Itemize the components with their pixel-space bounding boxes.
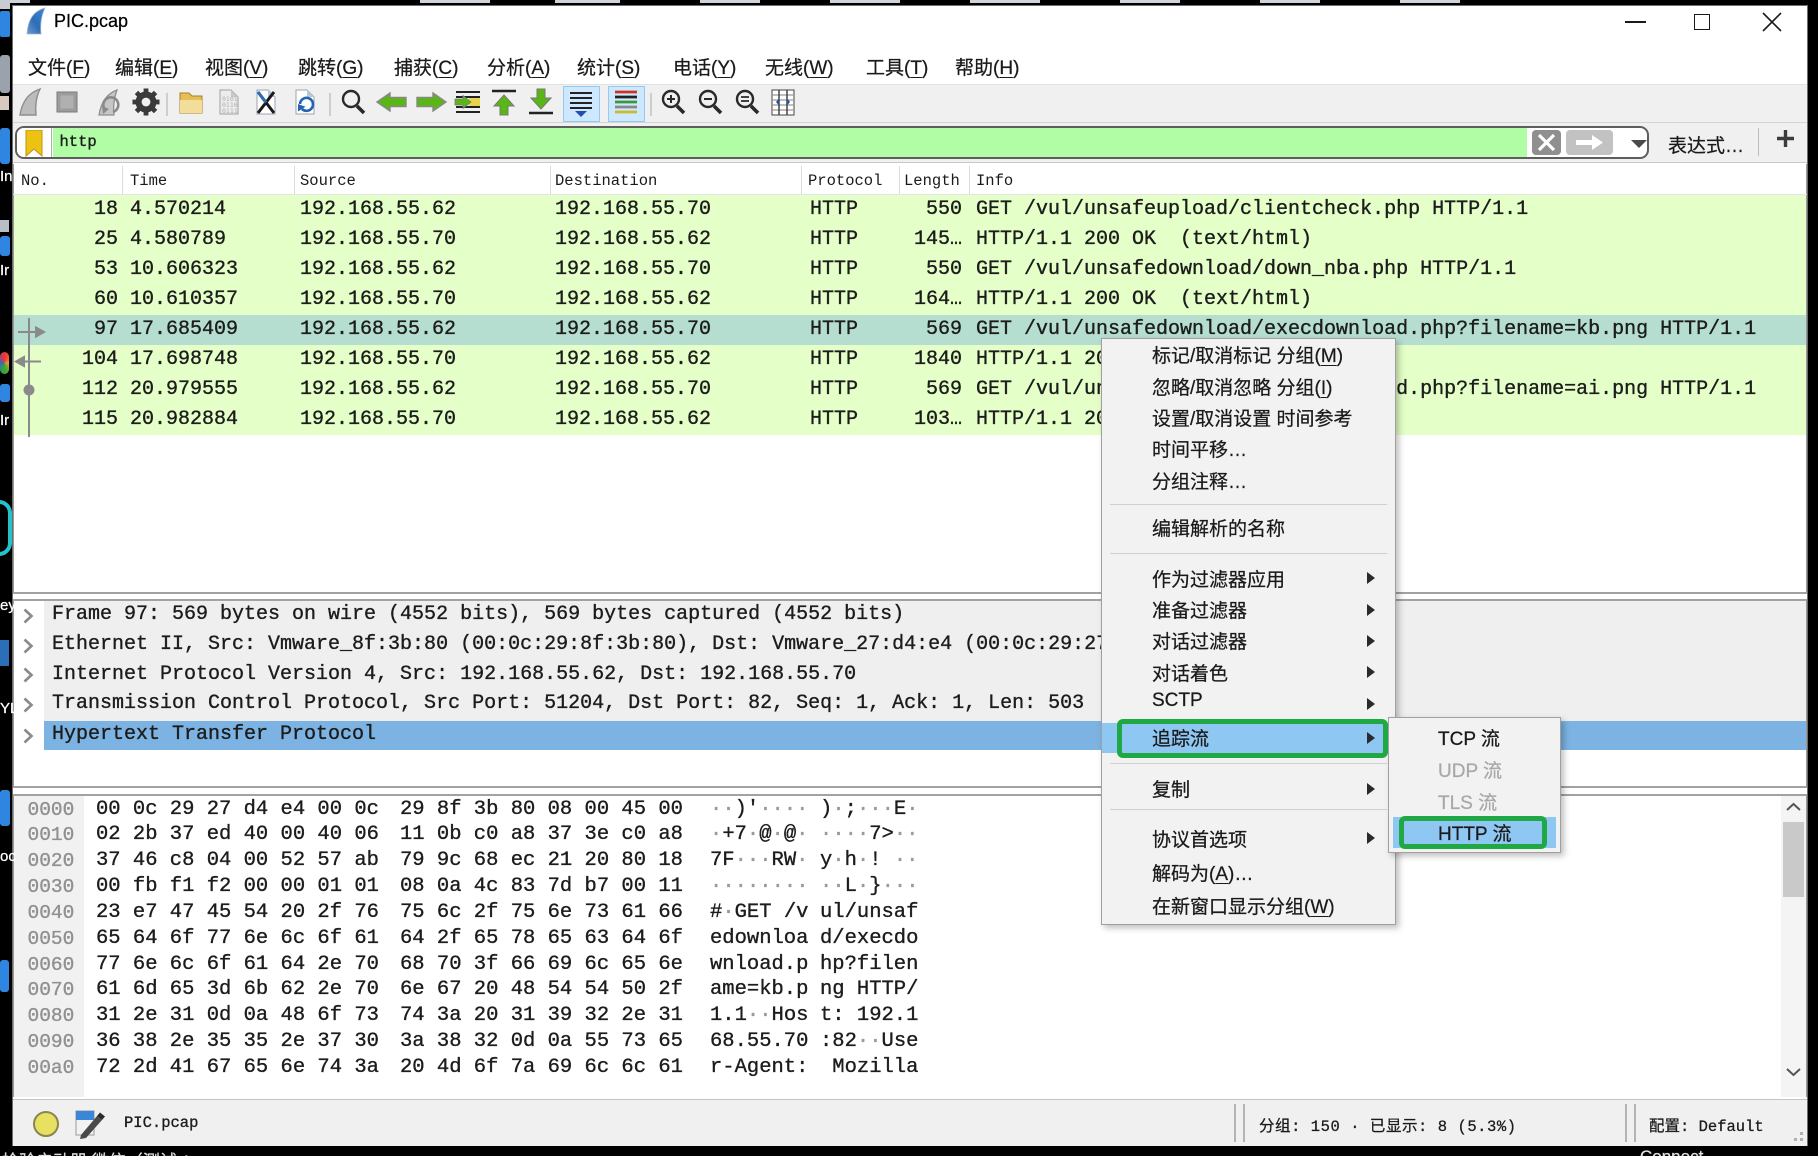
svg-text:0111: 0111 bbox=[222, 107, 238, 115]
